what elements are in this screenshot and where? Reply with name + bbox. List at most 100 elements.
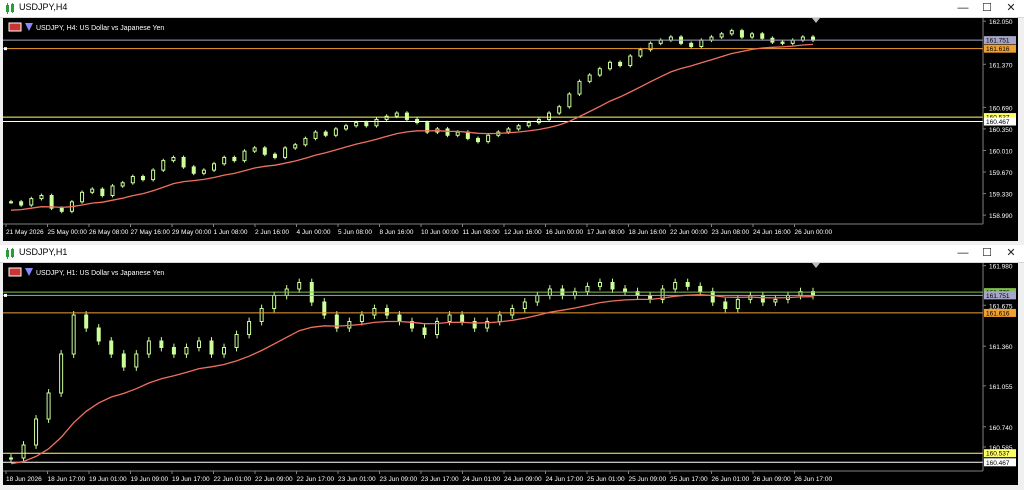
- candle-body[interactable]: [587, 74, 592, 82]
- maximize-button[interactable]: ☐: [976, 0, 998, 17]
- candle-body[interactable]: [159, 340, 164, 348]
- candle-body[interactable]: [130, 175, 135, 184]
- candle-body[interactable]: [689, 42, 694, 48]
- candle-body[interactable]: [21, 444, 26, 459]
- candle-body[interactable]: [259, 308, 264, 322]
- candle-body[interactable]: [475, 137, 480, 143]
- candle-body[interactable]: [344, 125, 349, 130]
- candle-body[interactable]: [557, 106, 562, 114]
- candle-body[interactable]: [685, 282, 690, 287]
- maximize-button[interactable]: ☐: [976, 245, 998, 262]
- candle-body[interactable]: [39, 194, 44, 200]
- candle-body[interactable]: [34, 418, 39, 446]
- candle-body[interactable]: [597, 282, 602, 287]
- candle-body[interactable]: [222, 156, 227, 165]
- candle-body[interactable]: [96, 327, 101, 342]
- candle-body[interactable]: [212, 163, 217, 171]
- candle-body[interactable]: [567, 93, 572, 108]
- candle-body[interactable]: [59, 353, 64, 394]
- candle-body[interactable]: [623, 288, 628, 293]
- candle-body[interactable]: [9, 201, 13, 204]
- candle-body[interactable]: [447, 314, 452, 322]
- candle-body[interactable]: [283, 147, 288, 158]
- candle-body[interactable]: [790, 39, 795, 44]
- candle-body[interactable]: [80, 191, 85, 203]
- candle-body[interactable]: [773, 298, 778, 303]
- candle-body[interactable]: [191, 166, 196, 174]
- scroll-marker-icon[interactable]: [812, 263, 820, 268]
- h4-chart-svg[interactable]: 162.050 161.370 160.690 160.350 160.010 159.6…: [3, 18, 1018, 241]
- candle-body[interactable]: [262, 147, 267, 155]
- candle-body[interactable]: [673, 282, 678, 290]
- h1-chart-svg[interactable]: 161.980161.675161.360161.055160.740160.5…: [3, 263, 1018, 485]
- candle-body[interactable]: [760, 33, 765, 39]
- candle-body[interactable]: [234, 334, 239, 348]
- candle-body[interactable]: [535, 295, 540, 303]
- candle-body[interactable]: [201, 169, 206, 174]
- candle-body[interactable]: [698, 285, 703, 293]
- candle-body[interactable]: [658, 39, 663, 44]
- candle-body[interactable]: [455, 131, 460, 136]
- candle-body[interactable]: [394, 112, 399, 117]
- candle-body[interactable]: [100, 188, 105, 196]
- candle-body[interactable]: [719, 33, 724, 38]
- candle-body[interactable]: [585, 285, 590, 293]
- close-button[interactable]: ✕: [1000, 245, 1022, 262]
- candle-body[interactable]: [445, 128, 450, 136]
- candle-body[interactable]: [460, 314, 465, 322]
- window-titlebar[interactable]: USDJPY,H4 — ☐ ✕: [0, 0, 1024, 18]
- chart-canvas-h4[interactable]: 162.050 161.370 160.690 160.350 160.010 159.6…: [3, 18, 1018, 241]
- candle-body[interactable]: [247, 321, 252, 335]
- candle-body[interactable]: [465, 131, 470, 139]
- candle-body[interactable]: [121, 353, 126, 368]
- candle-body[interactable]: [760, 295, 765, 303]
- candle-body[interactable]: [372, 308, 377, 316]
- candle-body[interactable]: [333, 128, 338, 136]
- candle-body[interactable]: [610, 282, 615, 290]
- candle-body[interactable]: [364, 122, 369, 127]
- candle-body[interactable]: [510, 308, 515, 316]
- candle-body[interactable]: [723, 301, 728, 309]
- candle-body[interactable]: [354, 122, 359, 127]
- candle-body[interactable]: [109, 340, 114, 355]
- candle-body[interactable]: [729, 30, 734, 35]
- candle-body[interactable]: [161, 160, 166, 171]
- candle-body[interactable]: [618, 61, 623, 67]
- minimize-button[interactable]: —: [952, 0, 974, 17]
- candle-body[interactable]: [547, 112, 552, 120]
- candle-body[interactable]: [196, 340, 201, 348]
- candle-body[interactable]: [739, 30, 744, 38]
- candle-body[interactable]: [374, 118, 379, 127]
- candle-body[interactable]: [526, 122, 531, 127]
- candle-body[interactable]: [19, 201, 24, 206]
- candle-body[interactable]: [404, 112, 409, 120]
- candle-body[interactable]: [110, 185, 115, 196]
- candle-body[interactable]: [577, 80, 582, 95]
- candle-body[interactable]: [184, 347, 189, 355]
- candle-body[interactable]: [638, 49, 643, 57]
- candle-body[interactable]: [415, 118, 420, 124]
- candle-body[interactable]: [497, 314, 502, 322]
- candle-body[interactable]: [359, 314, 364, 322]
- candle-body[interactable]: [209, 340, 214, 355]
- candle-body[interactable]: [323, 131, 328, 136]
- level-handle[interactable]: [4, 293, 7, 297]
- candle-body[interactable]: [222, 347, 227, 355]
- candle-body[interactable]: [134, 353, 139, 368]
- candle-body[interactable]: [536, 118, 541, 124]
- scroll-marker-icon[interactable]: [812, 18, 820, 23]
- candle-body[interactable]: [597, 68, 602, 76]
- chart-window-h1[interactable]: USDJPY,H1 — ☐ ✕ 161.980 161.675 161.360 161…: [0, 245, 1024, 487]
- candle-body[interactable]: [90, 188, 95, 193]
- candle-body[interactable]: [422, 327, 427, 335]
- candle-body[interactable]: [297, 282, 302, 290]
- candle-body[interactable]: [303, 137, 308, 146]
- candle-body[interactable]: [313, 131, 318, 139]
- candle-body[interactable]: [384, 308, 389, 316]
- candle-body[interactable]: [293, 144, 298, 149]
- candle-body[interactable]: [699, 39, 704, 48]
- candle-body[interactable]: [735, 298, 740, 310]
- candle-body[interactable]: [84, 314, 89, 329]
- minimize-button[interactable]: —: [952, 245, 974, 262]
- chart-canvas-h1[interactable]: 161.980 161.675 161.360 161.055 160.740 160.5…: [3, 263, 1018, 485]
